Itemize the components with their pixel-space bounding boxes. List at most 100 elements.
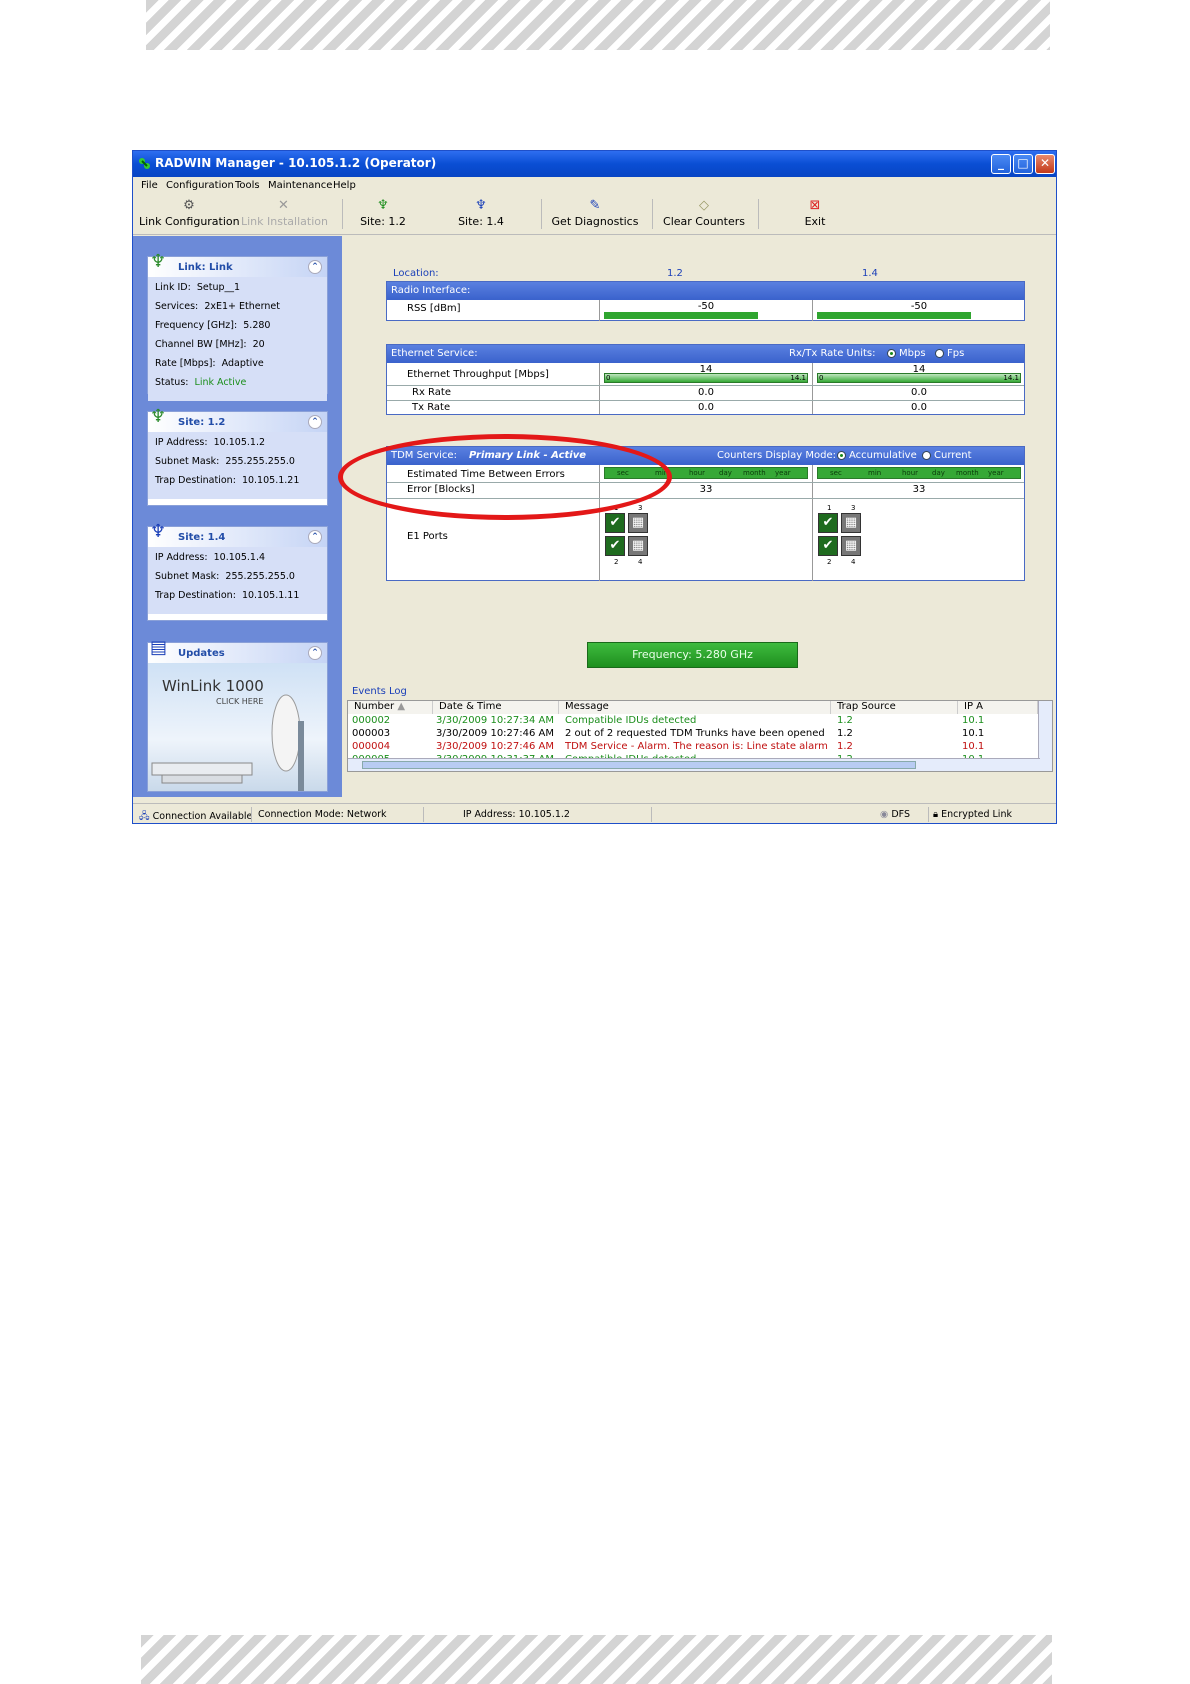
event-time: 3/30/2009 10:27:46 AM: [436, 741, 555, 752]
menu-configuration[interactable]: Configuration: [166, 180, 234, 191]
table-row[interactable]: 000002 3/30/2009 10:27:34 AM Compatible …: [348, 715, 1038, 728]
menu-maintenance[interactable]: Maintenance: [268, 180, 332, 191]
collapse-icon[interactable]: ⌃: [308, 530, 322, 544]
radio-selected-icon: [837, 450, 846, 460]
row-value: 10.105.1.4: [213, 552, 266, 563]
e1-port-2-icon[interactable]: ✔: [605, 536, 625, 556]
counters-mode-label: Counters Display Mode:: [717, 450, 837, 461]
connection-mode: Connection Mode: Network: [258, 809, 387, 820]
frequency-row: Frequency [GHz]: 5.280: [155, 320, 320, 339]
menu-file[interactable]: File: [141, 180, 158, 191]
winlink-ad-banner[interactable]: WinLink 1000 CLICK HERE: [148, 663, 327, 791]
horizontal-scrollbar[interactable]: [348, 758, 1040, 771]
table-row[interactable]: 000004 3/30/2009 10:27:46 AM TDM Service…: [348, 741, 1038, 754]
site-14-panel-title: Site: 1.4: [178, 532, 226, 543]
event-ip: 10.1: [962, 741, 985, 752]
scale-month: month: [743, 469, 766, 477]
col-ip-address[interactable]: IP A: [958, 701, 1038, 714]
col-date-time[interactable]: Date & Time: [433, 701, 559, 714]
mbps-radio[interactable]: Mbps: [887, 348, 926, 359]
toolbar: ⚙ Link Configuration ✕ Link Installation…: [133, 195, 1056, 235]
antenna-icon: ♆: [377, 198, 389, 213]
e1-port-2-icon[interactable]: ✔: [818, 536, 838, 556]
collapse-icon[interactable]: ⌃: [308, 260, 322, 274]
close-button[interactable]: ✕: [1035, 154, 1055, 174]
error-site-b-value: 33: [912, 484, 926, 495]
site-b-location: 1.4: [862, 268, 878, 279]
site-12-button[interactable]: ♆ Site: 1.2: [348, 195, 418, 235]
port-number: 1: [827, 504, 832, 512]
tx-rate-label: Tx Rate: [412, 402, 451, 413]
accumulative-radio[interactable]: Accumulative: [837, 450, 917, 461]
e1-port-4-icon[interactable]: ▦: [841, 536, 861, 556]
radio-selected-icon: [887, 348, 896, 358]
maximize-button[interactable]: □: [1013, 154, 1033, 174]
site-14-button[interactable]: ♆ Site: 1.4: [446, 195, 516, 235]
event-source: 1.2: [837, 715, 853, 726]
location-label: Location:: [393, 268, 439, 279]
menu-tools[interactable]: Tools: [235, 180, 260, 191]
e1-port-1-icon[interactable]: ✔: [605, 513, 625, 533]
menu-help[interactable]: Help: [333, 180, 356, 191]
link-configuration-button[interactable]: ⚙ Link Configuration: [139, 195, 240, 235]
current-radio[interactable]: Current: [922, 450, 972, 461]
throughput-site-a-gauge: 0 14.1: [604, 373, 808, 383]
gauge-min: 0: [819, 374, 824, 382]
row-value: 20: [252, 339, 265, 350]
updates-panel-title: Updates: [178, 648, 225, 659]
link-installation-button[interactable]: ✕ Link Installation: [241, 195, 328, 235]
link-panel-header[interactable]: ♆ Link: Link ⌃: [148, 251, 327, 277]
updates-panel-header[interactable]: ▤ Updates ⌃: [148, 637, 327, 663]
exit-icon: ⊠: [809, 198, 821, 213]
fps-radio[interactable]: Fps: [935, 348, 964, 359]
scale-hour: hour: [902, 469, 919, 477]
etbe-site-b-cell: sec min hour day month year: [812, 465, 1025, 482]
get-diagnostics-button[interactable]: ✎ Get Diagnostics: [551, 195, 639, 235]
channel-bw-row: Channel BW [MHz]: 20: [155, 339, 320, 358]
e1-port-4-icon[interactable]: ▦: [628, 536, 648, 556]
col-trap-source[interactable]: Trap Source: [831, 701, 958, 714]
minimize-button[interactable]: _: [991, 154, 1011, 174]
rss-site-a-value: -50: [697, 301, 715, 312]
gauge-min: 0: [606, 374, 611, 382]
row-value: 5.280: [243, 320, 271, 331]
events-log: Events Log Number ▲ Date & Time Message …: [342, 686, 1056, 772]
e1-port-3-icon[interactable]: ▦: [841, 513, 861, 533]
rx-site-a-cell: 0.0: [599, 386, 812, 400]
radio-empty-icon: [935, 348, 944, 358]
collapse-icon[interactable]: ⌃: [308, 646, 322, 660]
e1-port-1-icon[interactable]: ✔: [818, 513, 838, 533]
horizontal-scroll-thumb[interactable]: [362, 761, 916, 769]
frequency-button[interactable]: Frequency: 5.280 GHz: [587, 642, 798, 668]
accumulative-label: Accumulative: [849, 450, 917, 461]
e1-port-3-icon[interactable]: ▦: [628, 513, 648, 533]
row-label: Services:: [155, 301, 199, 312]
row-value: 2xE1+ Ethernet: [204, 301, 280, 312]
updates-document-icon: ▤: [150, 637, 168, 658]
event-message: TDM Service - Alarm. The reason is: Line…: [565, 741, 828, 752]
tx-site-a-cell: 0.0: [599, 401, 812, 414]
clear-counters-button[interactable]: ◇ Clear Counters: [660, 195, 748, 235]
tx-site-b-value: 0.0: [911, 402, 927, 413]
col-number[interactable]: Number ▲: [348, 701, 433, 714]
port-number: 3: [638, 504, 643, 512]
current-label: Current: [934, 450, 972, 461]
exit-button[interactable]: ⊠ Exit: [785, 195, 845, 235]
site-14-panel-header[interactable]: ♆ Site: 1.4 ⌃: [148, 521, 327, 547]
status-separator: [251, 807, 252, 822]
vertical-scrollbar[interactable]: [1038, 701, 1052, 771]
site-12-label: Site: 1.2: [360, 215, 406, 228]
collapse-icon[interactable]: ⌃: [308, 415, 322, 429]
event-source: 1.2: [837, 741, 853, 752]
radio-interface-group: Radio Interface: RSS [dBm] -50 -50: [386, 281, 1025, 321]
site-12-panel-header[interactable]: ♆ Site: 1.2 ⌃: [148, 406, 327, 432]
rss-site-b-value: -50: [910, 301, 928, 312]
event-message: 2 out of 2 requested TDM Trunks have bee…: [565, 728, 825, 739]
title-bar[interactable]: RADWIN Manager - 10.105.1.2 (Operator) _…: [133, 151, 1056, 177]
ethernet-service-group: Ethernet Service: Rx/Tx Rate Units: Mbps…: [386, 344, 1025, 415]
rss-label: RSS [dBm]: [407, 303, 461, 314]
col-message[interactable]: Message: [559, 701, 831, 714]
rss-site-b-cell: -50: [812, 300, 1025, 321]
table-row[interactable]: 000003 3/30/2009 10:27:46 AM 2 out of 2 …: [348, 728, 1038, 741]
status-separator: [928, 807, 929, 822]
